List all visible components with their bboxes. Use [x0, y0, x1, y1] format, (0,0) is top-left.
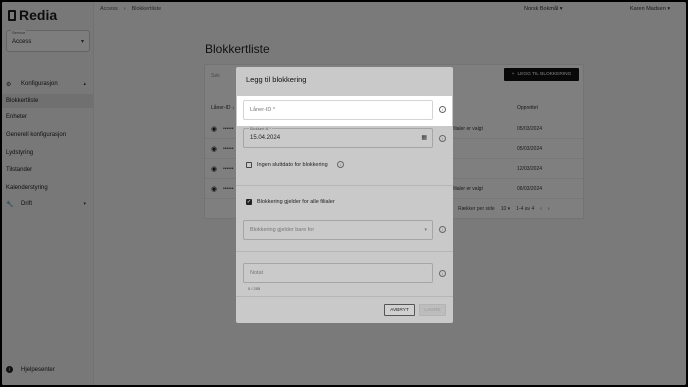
- laner-id-input[interactable]: Låner-ID *: [243, 100, 433, 120]
- note-textarea[interactable]: Notat: [243, 263, 433, 283]
- dialog-title: Legg til blokkering: [246, 75, 307, 84]
- all-branches-checkbox[interactable]: ✓: [246, 199, 252, 205]
- cancel-button[interactable]: AVBRYT: [384, 304, 415, 316]
- save-button[interactable]: LAGRE: [419, 304, 446, 316]
- divider: [236, 185, 453, 186]
- add-block-dialog: Legg til blokkering Låner-ID * i Blokker…: [236, 67, 453, 323]
- all-branches-checkbox-row[interactable]: ✓ Blokkering gjelder for alle filialer: [246, 199, 335, 205]
- all-branches-label: Blokkering gjelder for alle filialer: [257, 199, 335, 205]
- laner-id-placeholder: Låner-ID *: [250, 107, 276, 113]
- info-icon[interactable]: i: [439, 226, 446, 233]
- divider: [236, 251, 453, 252]
- info-icon[interactable]: i: [439, 270, 446, 277]
- info-icon[interactable]: i: [336, 161, 344, 168]
- note-placeholder: Notat: [250, 270, 264, 276]
- blokkert-til-value: 15.04.2024: [250, 135, 281, 141]
- branches-select[interactable]: Blokkering gjelder bare for ▾: [243, 220, 433, 240]
- chevron-down-icon: ▾: [424, 227, 427, 233]
- app-window: Redia Service Access ▾ ⚙ Konfigurasjon ▴…: [2, 2, 686, 385]
- blokkert-til-date-field[interactable]: Blokkert til * 15.04.2024 ▦: [243, 126, 433, 148]
- no-end-date-checkbox[interactable]: [246, 161, 252, 168]
- laner-id-highlight: Låner-ID * i: [237, 96, 452, 126]
- no-end-date-label: Ingen sluttdato for blokkering: [257, 161, 328, 168]
- branches-placeholder: Blokkering gjelder bare for: [250, 227, 315, 233]
- info-icon[interactable]: i: [439, 106, 446, 113]
- calendar-icon[interactable]: ▦: [421, 134, 427, 141]
- info-icon[interactable]: i: [439, 135, 446, 142]
- divider: [236, 296, 453, 297]
- blokkert-til-label: Blokkert til *: [249, 126, 273, 131]
- note-char-counter: 0 / 255: [248, 286, 261, 291]
- no-end-date-checkbox-row[interactable]: Ingen sluttdato for blokkering i: [246, 161, 344, 168]
